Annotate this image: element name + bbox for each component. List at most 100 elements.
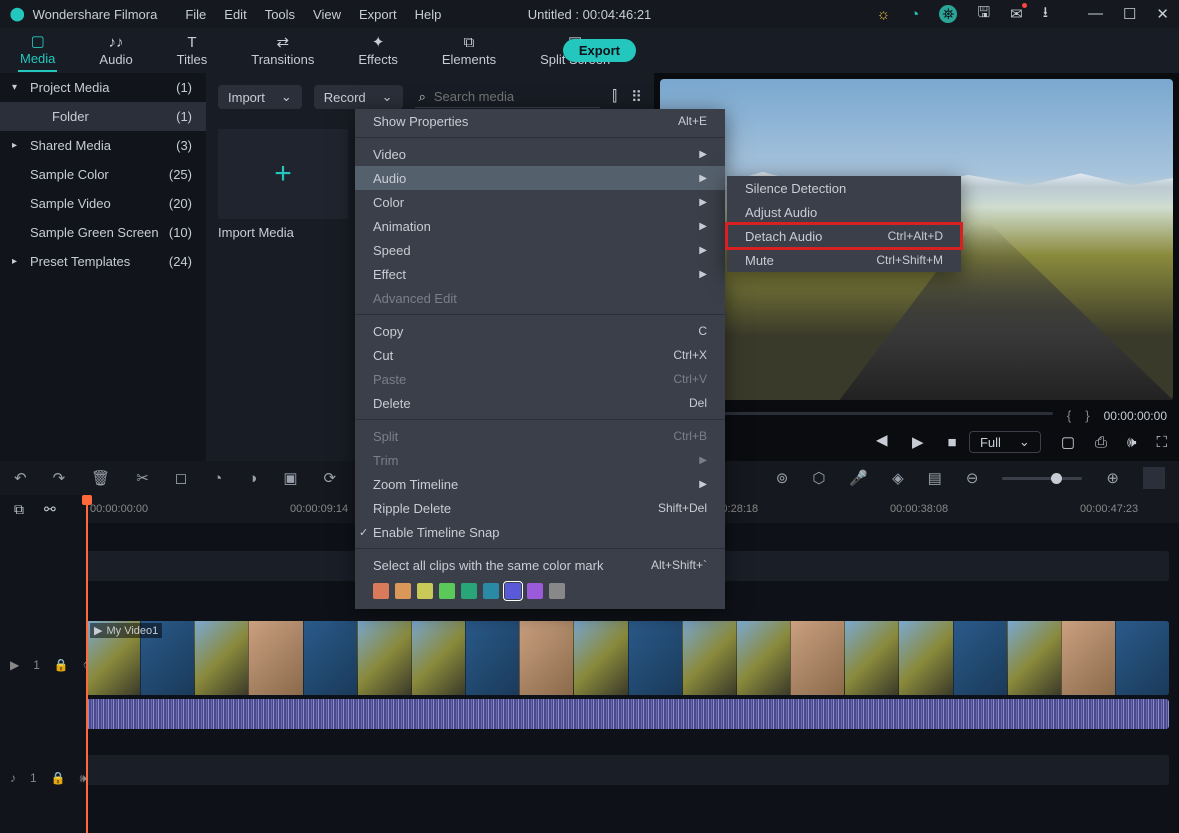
ctx-item-delete[interactable]: DeleteDel [355, 391, 725, 415]
redo-icon[interactable]: ↷ [53, 469, 66, 487]
ctx-item-color[interactable]: Color▶ [355, 190, 725, 214]
ctx-item-effect[interactable]: Effect▶ [355, 262, 725, 286]
close-icon[interactable]: ✕ [1156, 5, 1169, 23]
tab-media[interactable]: ▢Media [18, 30, 57, 72]
timeline-view-toggle[interactable] [1143, 467, 1165, 489]
color-swatch[interactable] [527, 583, 543, 599]
link-icon[interactable]: ⚯ [44, 501, 56, 518]
menu-edit[interactable]: Edit [224, 7, 246, 22]
color-icon[interactable]: ◑ [248, 470, 257, 487]
fullscreen-icon[interactable]: ⛶ [1156, 434, 1167, 451]
ctx-item-ripple-delete[interactable]: Ripple DeleteShift+Del [355, 496, 725, 520]
menu-tools[interactable]: Tools [265, 7, 295, 22]
color-swatch[interactable] [373, 583, 389, 599]
export-button[interactable]: Export [563, 39, 636, 62]
menu-export[interactable]: Export [359, 7, 397, 22]
record-voice-icon[interactable]: 🎤 [849, 469, 868, 487]
grid-icon[interactable]: ⠿ [631, 88, 642, 106]
mixer-icon[interactable]: ⊚ [776, 469, 789, 487]
idea-icon[interactable]: ☼ [877, 6, 891, 23]
ctx-item-zoom-timeline[interactable]: Zoom Timeline▶ [355, 472, 725, 496]
sidebar-item-shared-media[interactable]: ▸Shared Media(3) [0, 131, 206, 160]
tab-elements[interactable]: ⧉Elements [440, 31, 498, 71]
playhead[interactable] [86, 495, 88, 833]
ctx-item-speed[interactable]: Speed▶ [355, 238, 725, 262]
mark-in-button[interactable]: { [1067, 408, 1071, 423]
ctx-item-video[interactable]: Video▶ [355, 142, 725, 166]
stop-button-icon[interactable]: ■ [948, 434, 957, 451]
ctx-item-audio[interactable]: Audio▶ [355, 166, 725, 190]
color-swatch[interactable] [461, 583, 477, 599]
speed-icon[interactable]: ◔ [213, 470, 222, 487]
sidebar-item-project-media[interactable]: ▾Project Media(1) [0, 73, 206, 102]
ctx-item-animation[interactable]: Animation▶ [355, 214, 725, 238]
undo-icon[interactable]: ↶ [14, 469, 27, 487]
tab-transitions[interactable]: ⇄Transitions [249, 31, 316, 71]
tab-audio[interactable]: ♪♪Audio [97, 31, 134, 71]
import-dropdown[interactable]: Import⌄ [218, 85, 302, 109]
sidebar-item-preset-templates[interactable]: ▸Preset Templates(24) [0, 247, 206, 276]
zoom-out-icon[interactable]: ⊖ [966, 469, 979, 487]
audio-clip[interactable] [86, 699, 1169, 729]
search-input[interactable] [434, 89, 596, 104]
search-box[interactable]: ⌕ [415, 87, 601, 108]
ctx-item-show-properties[interactable]: Show PropertiesAlt+E [355, 109, 725, 133]
ctx-item-copy[interactable]: CopyC [355, 319, 725, 343]
menu-help[interactable]: Help [415, 7, 442, 22]
snap-icon[interactable]: ▤ [928, 469, 942, 487]
color-swatch[interactable] [483, 583, 499, 599]
volume-icon[interactable]: 🕪 [1127, 434, 1136, 451]
submenu-item-detach-audio[interactable]: Detach AudioCtrl+Alt+D [727, 224, 961, 248]
sidebar-item-sample-video[interactable]: Sample Video(20) [0, 189, 206, 218]
mark-out-button[interactable]: } [1085, 408, 1089, 423]
sidebar-item-folder[interactable]: Folder(1) [0, 102, 206, 131]
timeline-track-empty[interactable] [86, 755, 1169, 785]
play-icon[interactable]: ▶ [912, 433, 924, 451]
render-icon[interactable]: ⟳ [324, 469, 337, 487]
lock-icon[interactable]: 🔒 [51, 771, 66, 785]
tab-titles[interactable]: TTitles [175, 31, 210, 71]
audio-track-header[interactable]: ♪1 🔒 🕪 [0, 763, 97, 793]
stop-icon[interactable]: ▶ [876, 433, 888, 451]
download-icon[interactable]: ⭳ [1043, 2, 1048, 27]
video-clip[interactable]: ▶ My Video1 [86, 621, 1169, 695]
save-icon[interactable]: 🖫 [977, 2, 990, 27]
quality-select[interactable]: Full⌄ [969, 431, 1041, 453]
color-swatch[interactable] [395, 583, 411, 599]
maximize-icon[interactable]: ☐ [1123, 5, 1136, 23]
display-icon[interactable]: ▢ [1061, 433, 1075, 451]
ctx-item-select-all-clips-with-the-same-color-mark[interactable]: Select all clips with the same color mar… [355, 553, 725, 577]
tab-effects[interactable]: ✦Effects [356, 31, 400, 71]
menu-view[interactable]: View [313, 7, 341, 22]
lock-icon[interactable]: 🔒 [54, 658, 69, 672]
menu-file[interactable]: File [185, 7, 206, 22]
submenu-item-silence-detection[interactable]: Silence Detection [727, 176, 961, 200]
minimize-icon[interactable]: — [1088, 5, 1103, 23]
support-icon[interactable]: ◔ [910, 6, 919, 23]
greenscreen-icon[interactable]: ▣ [283, 469, 297, 487]
color-swatch[interactable] [439, 583, 455, 599]
record-dropdown[interactable]: Record⌄ [314, 85, 403, 109]
delete-icon[interactable]: 🗑 [91, 469, 110, 487]
marker-icon[interactable]: ⬡ [812, 469, 825, 487]
sidebar-item-sample-green-screen[interactable]: Sample Green Screen(10) [0, 218, 206, 247]
submenu-item-adjust-audio[interactable]: Adjust Audio [727, 200, 961, 224]
message-icon[interactable]: ✉ [1010, 5, 1023, 23]
zoom-slider[interactable] [1002, 477, 1082, 480]
manage-tracks-icon[interactable]: ⧉ [14, 501, 24, 518]
crop-icon[interactable]: ◻ [175, 469, 187, 487]
ctx-item-enable-timeline-snap[interactable]: ✓Enable Timeline Snap [355, 520, 725, 544]
split-icon[interactable]: ✂ [136, 469, 149, 487]
color-swatch[interactable] [549, 583, 565, 599]
color-swatch[interactable] [417, 583, 433, 599]
submenu-item-mute[interactable]: MuteCtrl+Shift+M [727, 248, 961, 272]
zoom-in-icon[interactable]: ⊕ [1106, 469, 1119, 487]
ctx-item-cut[interactable]: CutCtrl+X [355, 343, 725, 367]
import-media-tile[interactable]: + [218, 129, 348, 219]
filter-icon[interactable]: ⫿ [612, 88, 617, 106]
sidebar-item-sample-color[interactable]: Sample Color(25) [0, 160, 206, 189]
keyframe-icon[interactable]: ◈ [892, 469, 904, 487]
color-swatch[interactable] [505, 583, 521, 599]
account-avatar-icon[interactable]: ⛯ [939, 5, 957, 23]
snapshot-icon[interactable]: ⎙ [1095, 434, 1107, 451]
